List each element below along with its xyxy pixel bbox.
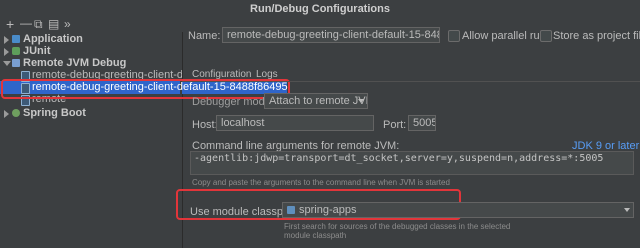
tree-toolbar: + — ⧉ ▤ » (0, 17, 180, 32)
more-icon[interactable]: » (64, 18, 71, 30)
module-classpath-value: spring-apps (299, 204, 357, 216)
name-label: Name: (188, 30, 221, 42)
debugger-mode-value: Attach to remote JVM (269, 95, 368, 107)
spring-boot-icon (12, 109, 20, 117)
tab-logs[interactable]: Logs (256, 69, 278, 80)
chevron-right-icon[interactable] (4, 110, 9, 118)
copy-icon[interactable]: ⧉ (34, 18, 43, 30)
name-input[interactable]: remote-debug-greeting-client-default-15-… (222, 27, 440, 43)
cmd-hint: Copy and paste the arguments to the comm… (192, 178, 450, 187)
move-into-folder-icon[interactable]: ▤ (48, 18, 59, 30)
module-icon (287, 206, 295, 214)
window-title: Run/Debug Configurations (250, 3, 390, 15)
port-input[interactable]: 5005 (408, 115, 436, 131)
allow-parallel-checkbox[interactable] (448, 30, 460, 42)
chevron-down-icon (624, 208, 630, 212)
port-label: Port: (383, 119, 407, 131)
add-icon[interactable]: + (6, 17, 14, 31)
tab-divider (182, 81, 640, 82)
tab-configuration[interactable]: Configuration (192, 69, 251, 80)
chevron-down-icon[interactable] (3, 61, 11, 66)
tree-label: Spring Boot (23, 107, 86, 119)
tree-label-overflow: remote-debug-greeting-client-default-15-… (182, 81, 288, 93)
allow-parallel-label: Allow parallel run (462, 30, 546, 42)
application-icon (12, 35, 20, 43)
host-label: Host: (192, 119, 218, 131)
cmd-args-field[interactable]: -agentlib:jdwp=transport=dt_socket,serve… (190, 151, 634, 175)
debugger-mode-select[interactable]: Attach to remote JVM (264, 93, 368, 109)
module-classpath-select[interactable]: spring-apps (282, 202, 634, 218)
chevron-right-icon[interactable] (4, 48, 9, 56)
junit-icon (12, 47, 20, 55)
store-project-label: Store as project file (553, 30, 640, 42)
classpath-hint-line1: First search for sources of the debugged… (284, 222, 511, 231)
configuration-tree: Application JUnit Remote JVM Debug remot… (0, 32, 183, 248)
title-bar: Run/Debug Configurations (0, 0, 640, 18)
store-project-checkbox[interactable] (540, 30, 552, 42)
remove-icon[interactable]: — (20, 17, 32, 29)
chevron-right-icon[interactable] (4, 36, 9, 44)
host-input[interactable]: localhost (216, 115, 374, 131)
chevron-down-icon (358, 99, 364, 103)
debugger-mode-label: Debugger mode: (192, 96, 274, 108)
remote-debug-icon (12, 59, 20, 67)
classpath-hint-line2: module classpath (284, 231, 347, 240)
